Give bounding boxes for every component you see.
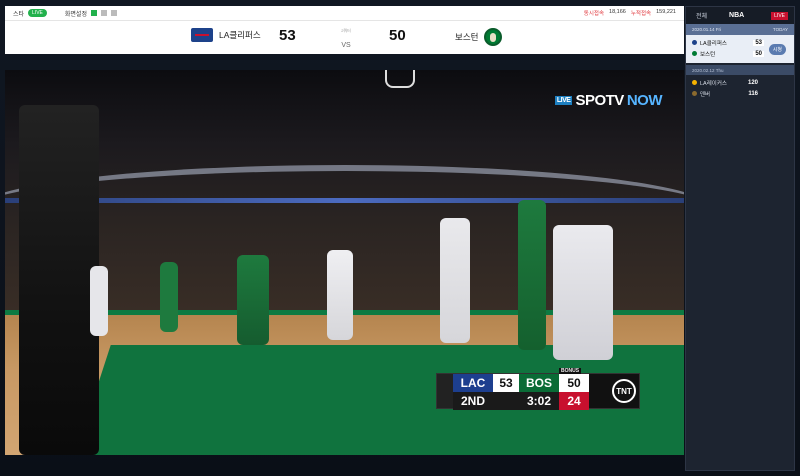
game1-team2: 보스턴 [700,51,716,58]
match-status: 2쿼터 VS [336,28,356,52]
sidebar-tabs: 전체 NBA LIVE [686,7,794,24]
period-label: 2쿼터 [341,28,351,33]
game1-team1: LA클리퍼스 [700,40,727,47]
watch-button[interactable]: 시청 [768,44,786,55]
bug-score2: BONUS 50 [559,368,589,392]
bug-gap [493,392,519,410]
live-badge: LIVE [28,9,47,17]
bug-shot-clock: 24 [559,392,589,410]
mode-label[interactable]: 스타 [13,9,24,18]
bug-quarter: 2ND [453,392,493,410]
away-score: 50 [389,27,406,44]
bug-team2: BOS [519,374,559,392]
player-clippers-2 [553,225,613,360]
player-clippers-1 [440,218,470,343]
bug-clock: 3:02 [519,392,559,410]
bonus-label: BONUS [559,368,582,374]
lakers-mini-icon [692,80,697,85]
scoreboard: LA클리퍼스 53 2쿼터 VS 50 보스턴 [5,21,684,54]
today-label: TODAY [772,27,788,32]
gray-square-icon-2[interactable] [110,10,117,16]
game-card-past[interactable]: LA레이커스 120 덴버 116 [686,75,794,99]
game2-score2: 116 [748,90,758,97]
app-root: 스타 LIVE 화면설정 동시접속 18,166 누적접속 159,221 LA… [0,0,800,476]
bug-team1: LAC [453,374,493,392]
player-celtics-2 [160,262,178,332]
concurrent-value: 18,166 [609,9,626,15]
clippers-logo-icon [191,28,213,42]
game2-team1: LA레이커스 [700,80,727,87]
date-header-1: 2020.01.14 Fri TODAY [686,24,794,35]
game-list-sidebar: 전체 NBA LIVE 2020.01.14 Fri TODAY LA클리퍼스 … [685,6,795,471]
away-team: 보스턴 [455,28,503,46]
celtics-mini-icon [692,51,697,56]
celtics-logo-icon [484,28,503,46]
game2-score1: 120 [747,79,758,86]
tab-all[interactable]: 전체 [686,11,707,20]
game1-score1: 53 [753,39,764,46]
topbar-stats: 동시접속 18,166 누적접속 159,221 [584,9,684,17]
broadcaster-logo: LIVE SPOTV NOW [554,92,663,109]
player-celtics-1 [518,200,546,350]
cumulative-value: 159,221 [656,9,676,15]
game2-team2: 덴버 [700,91,711,98]
nba-logo-icon [437,374,453,408]
bug-score1: 53 [493,374,519,392]
player-shooter [237,255,269,345]
cumulative-label: 누적접속 [630,11,652,17]
led-ribbon [5,198,684,203]
green-square-icon[interactable] [90,10,97,16]
concurrent-label: 동시접속 [583,11,605,17]
tv-score-bug: LAC 53 BOS BONUS 50 2ND 3:02 24 TNT [436,368,640,410]
home-team-name: LA클리퍼스 [219,30,261,40]
live-tab-badge[interactable]: LIVE [771,11,788,20]
gray-square-icon[interactable] [100,10,107,16]
settings-label[interactable]: 화면설정 [65,9,87,18]
game-card-live[interactable]: LA클리퍼스 53 보스턴 50 시청 [686,35,794,63]
player-topbar: 스타 LIVE 화면설정 동시접속 18,166 누적접속 159,221 [5,6,684,21]
away-team-name: 보스턴 [455,32,479,42]
tab-nba[interactable]: NBA [729,12,744,19]
topbar-left: 스타 LIVE 화면설정 [5,9,117,18]
game1-score2: 50 [753,50,764,57]
date-header-2: 2020.02.12 Thu [686,65,794,75]
clippers-mini-icon [692,40,697,45]
player-clippers-4 [90,266,108,336]
nuggets-mini-icon [692,91,697,96]
vs-label: VS [341,42,351,49]
referee [19,105,99,455]
home-score: 53 [279,27,296,44]
tnt-logo-icon: TNT [609,374,639,408]
video-player[interactable]: LIVE SPOTV NOW LAC 53 BOS BONUS 50 2ND 3:… [5,70,684,455]
home-team: LA클리퍼스 [191,28,261,42]
basketball-hoop [385,70,415,88]
player-clippers-3 [327,250,353,340]
